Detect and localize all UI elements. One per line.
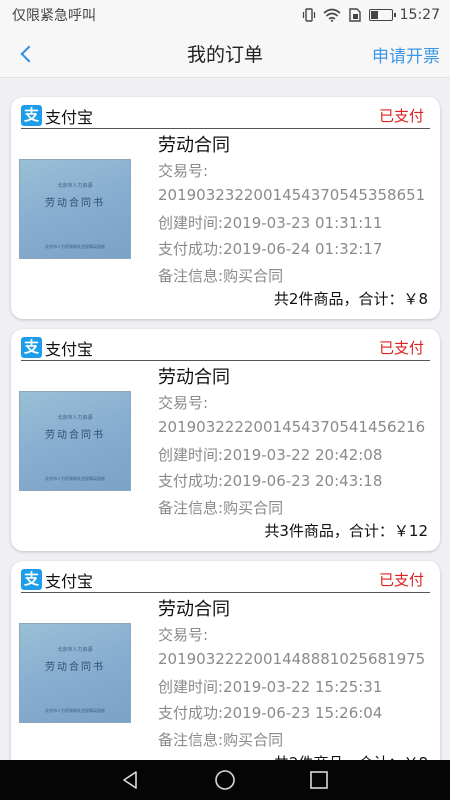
- trade-number: 2019032322001454370545358651: [158, 186, 426, 204]
- status-bar: 仅限紧急呼叫 15:27: [0, 0, 450, 30]
- product-name: 劳动合同: [158, 135, 230, 156]
- thumbnail-title-text: 劳动合同书: [45, 198, 105, 209]
- paid-time: 2019-06-23 15:26:04: [223, 704, 383, 722]
- chevron-left-icon: [20, 45, 38, 63]
- order-summary: 共2件商品，合计：￥8: [273, 290, 428, 308]
- order-list[interactable]: 支 支付宝 已支付 北京市人力资源 劳动合同书 北京市人力资源和社会保障局监制 …: [0, 78, 450, 760]
- back-button[interactable]: [14, 40, 40, 68]
- thumbnail-footer-text: 北京市人力资源和社会保障局监制: [45, 708, 105, 713]
- created-time: 2019-03-23 01:31:11: [223, 214, 383, 232]
- paid-time-row: 支付成功:2019-06-23 15:26:04: [158, 702, 382, 723]
- top-app-bar: 我的订单 申请开票: [0, 30, 450, 78]
- system-navigation-bar: [0, 760, 450, 800]
- order-card[interactable]: 支 支付宝 已支付 北京市人力资源 劳动合同书 北京市人力资源和社会保障局监制 …: [11, 97, 440, 319]
- alipay-icon: 支: [21, 569, 42, 590]
- trade-number-label: 交易号:: [158, 394, 209, 412]
- page-title: 我的订单: [186, 44, 263, 66]
- created-time: 2019-03-22 15:25:31: [223, 678, 383, 696]
- nav-home-icon[interactable]: [214, 769, 236, 791]
- created-time-row: 创建时间:2019-03-22 20:42:08: [158, 444, 382, 465]
- thumbnail-footer-text: 北京市人力资源和社会保障局监制: [45, 476, 105, 481]
- paid-time: 2019-06-23 20:43:18: [223, 472, 383, 490]
- product-thumbnail[interactable]: 北京市人力资源 劳动合同书 北京市人力资源和社会保障局监制: [19, 159, 131, 259]
- remark-text: 购买合同: [223, 267, 284, 285]
- remark-text: 购买合同: [223, 731, 284, 749]
- nav-back-icon[interactable]: [120, 769, 142, 791]
- order-card[interactable]: 支 支付宝 已支付 北京市人力资源 劳动合同书 北京市人力资源和社会保障局监制 …: [11, 329, 440, 551]
- payment-method-label: 支付宝: [45, 571, 94, 591]
- payment-method: 支 支付宝: [21, 104, 93, 128]
- alipay-icon: 支: [21, 105, 42, 126]
- thumbnail-header-text: 北京市人力资源: [57, 183, 93, 189]
- thumbnail-header-text: 北京市人力资源: [57, 647, 93, 653]
- order-card-header: 支 支付宝 已支付: [21, 103, 430, 129]
- order-status-badge: 已支付: [378, 571, 424, 589]
- created-time-label: 创建时间:: [158, 214, 224, 232]
- created-time-label: 创建时间:: [158, 446, 224, 464]
- payment-method: 支 支付宝: [21, 336, 93, 360]
- created-time-label: 创建时间:: [158, 678, 224, 696]
- trade-number-label: 交易号:: [158, 626, 209, 644]
- trade-number: 2019032222001454370541456216: [158, 418, 426, 436]
- battery-icon: [368, 9, 396, 21]
- order-status-badge: 已支付: [378, 339, 424, 357]
- battery-level-fill: [370, 11, 378, 19]
- remark-row: 备注信息:购买合同: [158, 265, 283, 286]
- thumbnail-title-text: 劳动合同书: [45, 662, 105, 673]
- created-time: 2019-03-22 20:42:08: [223, 446, 383, 464]
- paid-time-label: 支付成功:: [158, 240, 224, 258]
- payment-method-label: 支付宝: [45, 339, 94, 359]
- status-icons: 15:27: [302, 7, 440, 23]
- remark-label: 备注信息:: [158, 499, 224, 517]
- apply-invoice-button[interactable]: 申请开票: [372, 42, 440, 67]
- remark-label: 备注信息:: [158, 731, 224, 749]
- remark-text: 购买合同: [223, 499, 284, 517]
- remark-row: 备注信息:购买合同: [158, 497, 283, 518]
- paid-time-row: 支付成功:2019-06-23 20:43:18: [158, 470, 382, 491]
- paid-time-label: 支付成功:: [158, 704, 224, 722]
- wifi-icon: [323, 8, 341, 22]
- payment-method: 支 支付宝: [21, 568, 93, 592]
- thumbnail-footer-text: 北京市人力资源和社会保障局监制: [45, 244, 105, 249]
- paid-time-row: 支付成功:2019-06-24 01:32:17: [158, 238, 382, 259]
- paid-time: 2019-06-24 01:32:17: [223, 240, 383, 258]
- order-card-header: 支 支付宝 已支付: [21, 567, 430, 593]
- status-time: 15:27: [399, 7, 440, 23]
- product-thumbnail[interactable]: 北京市人力资源 劳动合同书 北京市人力资源和社会保障局监制: [19, 623, 131, 723]
- product-thumbnail[interactable]: 北京市人力资源 劳动合同书 北京市人力资源和社会保障局监制: [19, 391, 131, 491]
- thumbnail-header-text: 北京市人力资源: [57, 415, 93, 421]
- product-name: 劳动合同: [158, 367, 230, 388]
- thumbnail-title-text: 劳动合同书: [45, 430, 105, 441]
- payment-method-label: 支付宝: [45, 107, 94, 127]
- sim-card-icon: [348, 8, 361, 22]
- alipay-icon: 支: [21, 337, 42, 358]
- remark-label: 备注信息:: [158, 267, 224, 285]
- order-summary: 共3件商品，合计：￥12: [264, 522, 428, 540]
- trade-number: 2019032222001448881025681975: [158, 650, 426, 668]
- paid-time-label: 支付成功:: [158, 472, 224, 490]
- order-card[interactable]: 支 支付宝 已支付 北京市人力资源 劳动合同书 北京市人力资源和社会保障局监制 …: [11, 561, 440, 760]
- created-time-row: 创建时间:2019-03-23 01:31:11: [158, 212, 382, 233]
- remark-row: 备注信息:购买合同: [158, 729, 283, 750]
- trade-number-label: 交易号:: [158, 162, 209, 180]
- status-carrier-text: 仅限紧急呼叫: [12, 8, 96, 24]
- order-status-badge: 已支付: [378, 107, 424, 125]
- order-summary: 共2件商品，合计：￥8: [274, 752, 428, 760]
- created-time-row: 创建时间:2019-03-22 15:25:31: [158, 676, 382, 697]
- vibrate-icon: [302, 8, 315, 22]
- order-card-header: 支 支付宝 已支付: [21, 335, 430, 361]
- nav-recent-apps-icon[interactable]: [308, 769, 330, 791]
- product-name: 劳动合同: [158, 599, 230, 620]
